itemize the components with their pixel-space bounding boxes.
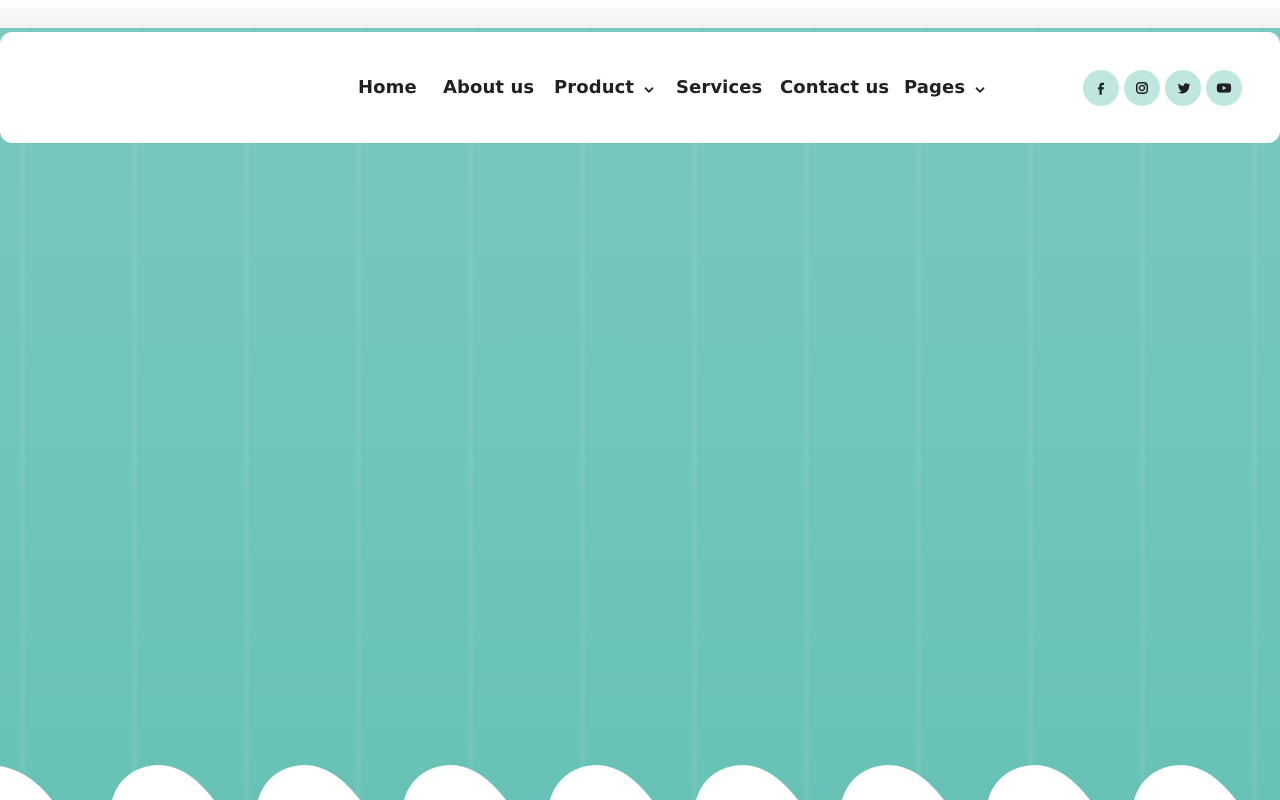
youtube-button[interactable] — [1206, 70, 1242, 106]
instagram-icon — [1133, 79, 1151, 97]
nav-pages[interactable]: Pages — [904, 32, 987, 143]
youtube-icon — [1215, 79, 1233, 97]
hero-stripes — [0, 28, 1280, 800]
nav-pages-label: Pages — [904, 76, 966, 98]
nav-product-label: Product — [554, 76, 635, 98]
nav-services[interactable]: Services — [676, 32, 762, 143]
instagram-button[interactable] — [1124, 70, 1160, 106]
chevron-down-icon — [973, 81, 987, 95]
top-strip — [0, 0, 1280, 28]
nav-about-us[interactable]: About us — [443, 32, 534, 143]
nav-home-label: Home — [358, 76, 417, 98]
hero-wave-divider — [0, 765, 1280, 800]
nav-home[interactable]: Home — [358, 32, 417, 143]
twitter-icon — [1174, 79, 1192, 97]
nav-about-us-label: About us — [443, 76, 535, 98]
nav-contact-us-label: Contact us — [780, 76, 890, 98]
hero-background — [0, 28, 1280, 800]
facebook-icon — [1092, 79, 1110, 97]
main-navbar: Home About us Product Services Contact u… — [0, 32, 1280, 143]
nav-product[interactable]: Product — [554, 32, 656, 143]
nav-contact-us[interactable]: Contact us — [780, 32, 889, 143]
twitter-button[interactable] — [1165, 70, 1201, 106]
social-links — [1083, 70, 1242, 106]
facebook-button[interactable] — [1083, 70, 1119, 106]
chevron-down-icon — [642, 81, 656, 95]
nav-services-label: Services — [676, 76, 763, 98]
